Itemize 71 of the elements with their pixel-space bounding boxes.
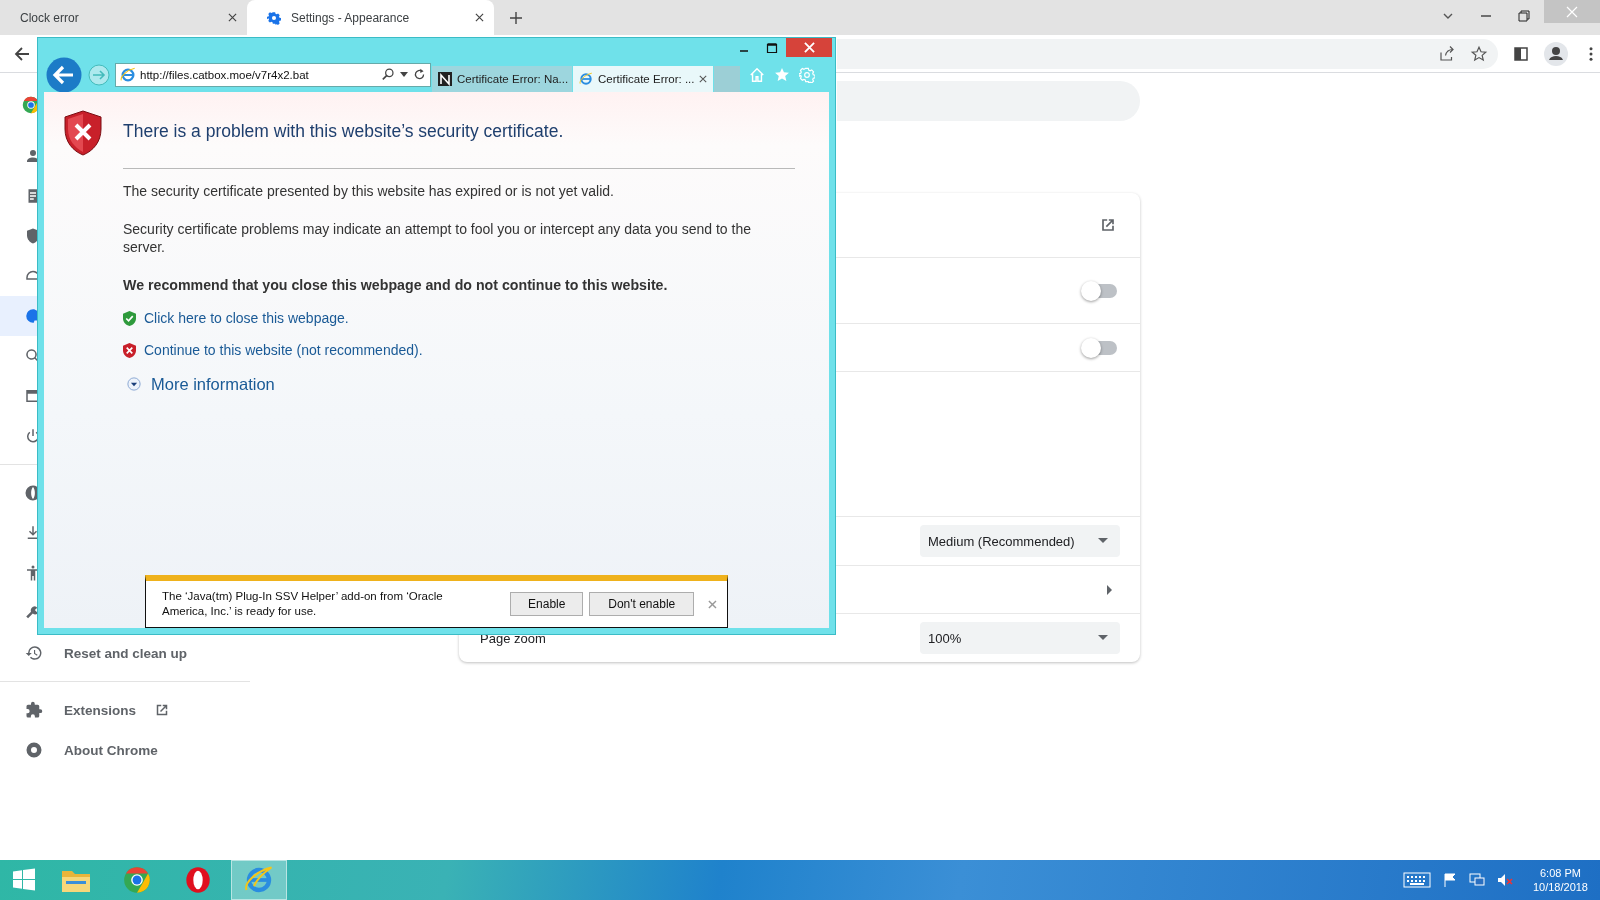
history-icon [25,644,43,662]
notification-button[interactable]: Enable [510,592,584,616]
clock-time[interactable]: 6:08 PM [1540,866,1581,880]
error-heading: There is a problem with this website’s security certificate. [123,120,565,143]
shield-icon [24,227,37,245]
taskbar-button[interactable] [231,860,287,900]
dropdown[interactable]: Medium (Recommended) [920,525,1120,557]
browser-tab[interactable]: Certificate Error: Na... [432,66,572,92]
expand-icon[interactable] [127,377,141,391]
more-information-link[interactable]: More information [151,374,275,394]
star-icon[interactable] [1470,44,1488,63]
shield-x-icon [123,342,136,358]
ie-logo-icon [579,72,593,86]
puzzle-icon [25,701,43,719]
person-icon [24,147,37,165]
chrome-logo-icon [25,741,43,759]
star-icon[interactable] [774,66,790,83]
network-icon[interactable] [1468,873,1485,887]
profile-icon[interactable] [1544,41,1568,66]
url-text[interactable]: http://files.catbox.moe/v7r4x2.bat [140,68,309,81]
accessibility-icon [24,564,37,582]
notification-button[interactable]: Don't enable [589,592,695,616]
notification-message: The ‘Java(tm) Plug-In SSV Helper’ add-on from ‘Oracle America, Inc.’ is ready for use. [162,589,444,619]
keyboard-icon[interactable] [1402,872,1431,888]
caret-icon [1098,635,1108,641]
close-icon[interactable] [228,13,237,22]
globe-icon [24,484,37,502]
close-icon[interactable] [699,75,707,83]
ie-logo-icon [120,66,136,83]
flag-icon[interactable] [1442,873,1457,887]
power-icon [24,427,37,445]
address-bar[interactable]: http://files.catbox.moe/v7r4x2.bat [115,62,431,87]
share-icon[interactable] [1438,44,1456,63]
close-icon[interactable] [475,13,484,22]
back-arrow-icon[interactable] [14,45,30,62]
error-text: Security certificate problems may indicate an attempt to fool you or intercept any data you send to the server. [123,220,752,256]
volume-muted-icon[interactable] [1496,873,1513,887]
toggle-switch[interactable] [1083,340,1117,355]
error-text: The security certificate presented by this website has expired or is not yet valid. [123,182,615,200]
gear-icon [267,10,281,25]
sidebar-item[interactable] [0,296,37,336]
restore-icon[interactable] [1518,10,1530,22]
caret-icon [1098,538,1108,544]
browser-tab[interactable]: Clock error [0,0,247,35]
site-favicon-icon [438,72,452,86]
browser-tab[interactable]: Settings - Appearance [247,0,494,35]
window-icon [24,387,37,405]
ie-logo-icon [244,865,274,895]
dropdown[interactable]: 100% [920,622,1120,654]
opera-logo-icon [184,866,212,894]
search-icon[interactable] [382,68,395,81]
maximize-icon[interactable] [766,42,778,54]
link[interactable]: Click here to close this webpage. [144,310,349,326]
new-tab-icon[interactable] [510,11,522,24]
shield-error-icon [63,110,103,156]
clock-date[interactable]: 10/18/2018 [1532,880,1588,894]
caret-icon[interactable] [400,72,408,77]
sidebar-link[interactable]: Reset and clean up [64,645,188,661]
sidebar-link[interactable]: Extensions [64,702,137,718]
palette-icon [24,307,37,325]
link[interactable]: Continue to this website (not recommended). [144,342,423,358]
browser-tab[interactable]: Certificate Error: ... [573,66,713,92]
recommendation-text: We recommend that you close this webpage and do not continue to this website. [123,276,669,294]
sidebar-link[interactable]: About Chrome [64,742,158,758]
arrow-right-icon[interactable] [1107,584,1113,595]
refresh-icon[interactable] [413,68,426,81]
shield-check-icon [123,310,136,326]
side-panel-icon[interactable] [1512,44,1530,63]
toggle-switch[interactable] [1083,283,1117,298]
search-field[interactable] [837,81,1140,121]
chrome-logo-icon [123,866,151,894]
